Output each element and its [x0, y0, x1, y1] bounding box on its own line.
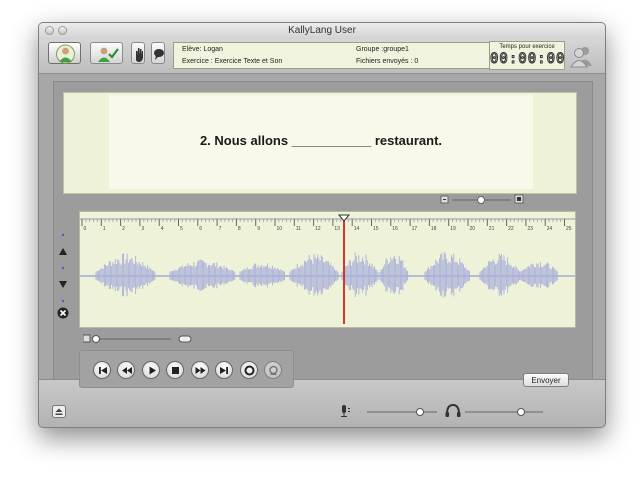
- timeline-tick-label: 4: [161, 226, 164, 232]
- user-button[interactable]: [48, 42, 81, 64]
- timeline-tick-label: 15: [373, 226, 379, 232]
- stop-button[interactable]: [166, 361, 184, 379]
- waveform-zoom-knob: [92, 335, 100, 343]
- users-icon[interactable]: [569, 42, 595, 68]
- skip-back-icon: [99, 367, 107, 374]
- up-arrow-icon: [59, 248, 67, 255]
- timeline-tick-label: 10: [277, 226, 283, 232]
- timer-label: Temps pour exercice: [499, 44, 555, 50]
- microphone-icon: [341, 405, 350, 417]
- skip-forward-icon: [220, 367, 228, 374]
- rewind-icon: [122, 367, 132, 374]
- transport-controls: [79, 350, 294, 388]
- playhead[interactable]: [343, 216, 346, 324]
- timeline-tick-label: 11: [296, 226, 301, 232]
- user-icon: [56, 44, 75, 64]
- record-icon: [244, 365, 255, 376]
- skip-back-button[interactable]: [93, 361, 111, 379]
- timeline-tick-label: 3: [141, 226, 144, 232]
- window-title: KallyLang User: [288, 25, 356, 36]
- zoom-range-icon: [178, 335, 192, 343]
- exercise-timer: Temps pour exercice 00:00:00: [489, 41, 565, 70]
- speech-bubble-icon: [154, 49, 164, 60]
- zoom-fit-icon: [83, 334, 91, 343]
- timeline-tick-label: 12: [315, 226, 321, 232]
- timeline-tick-label: 20: [470, 226, 476, 232]
- waveform-side-controls: [57, 233, 69, 319]
- student-value: Logan: [203, 46, 223, 53]
- timeline-tick-label: 25: [566, 226, 572, 232]
- audio-volume-controls: [341, 403, 543, 417]
- rewind-button[interactable]: [117, 361, 135, 379]
- student-label: Elève:: [182, 46, 202, 53]
- fast-forward-icon: [195, 367, 206, 374]
- group-value: groupe1: [383, 46, 409, 53]
- hand-icon: [136, 48, 143, 62]
- waveform-canvas: 0 1 2 3 4 5 6 7 8 9 10 11 12 13 14 15 16 17 18 19 20 21 22 23 24…: [80, 218, 575, 298]
- message-button[interactable]: [151, 42, 165, 64]
- playhead-handle[interactable]: [338, 214, 351, 222]
- timeline-tick-label: 9: [257, 226, 260, 232]
- session-info: Elève: Logan Exercice : Exercice Texte e…: [173, 42, 505, 69]
- waveform-zoom-slider[interactable]: [83, 333, 193, 345]
- group-label: Groupe :: [356, 46, 384, 53]
- timeline-tick-label: 24: [547, 226, 553, 232]
- play-icon: [149, 366, 156, 375]
- waveform-editor[interactable]: 0 1 2 3 4 5 6 7 8 9 10 11 12 13 14 15 16 17 18 19 20 21 22 23 24…: [79, 211, 576, 328]
- title-bar: KallyLang User: [39, 23, 605, 40]
- timeline-tick-label: 21: [489, 226, 495, 232]
- timeline-tick-label: 18: [431, 226, 437, 232]
- microphone-volume-knob: [416, 408, 424, 416]
- eject-button[interactable]: [52, 405, 66, 418]
- timeline-tick-label: 17: [412, 226, 418, 232]
- send-button[interactable]: Envoyer: [523, 373, 569, 387]
- files-sent-value: 0: [414, 58, 419, 65]
- files-sent-label: Fichiers envoyés :: [356, 58, 413, 65]
- user-check-button[interactable]: [90, 42, 123, 64]
- timeline-tick-label: 2: [122, 226, 125, 232]
- app-window: KallyLang User Elève: Logan Exercice: E…: [38, 22, 606, 428]
- play-button[interactable]: [142, 361, 160, 379]
- timeline-tick-label: 22: [508, 226, 514, 232]
- question-text: 2. Nous allons ___________ restaurant.: [199, 133, 443, 148]
- timeline-tick-label: 16: [392, 226, 398, 232]
- user-check-icon: [98, 47, 119, 62]
- skip-forward-button[interactable]: [215, 361, 233, 379]
- timeline-tick-label: 6: [199, 226, 202, 232]
- timeline-tick-label: 0: [84, 226, 87, 232]
- timer-value: 00:00:00: [490, 51, 566, 68]
- record-disabled-button[interactable]: [264, 361, 282, 379]
- timeline-tick-label: 14: [354, 226, 360, 232]
- record-disabled-icon: [269, 365, 278, 375]
- timeline-tick-label: 23: [527, 226, 533, 232]
- timeline-tick-label: 19: [450, 226, 456, 232]
- text-zoom-knob: [477, 196, 485, 204]
- exercise-label: Exercice :: [182, 58, 213, 65]
- timeline-tick-label: 1: [103, 226, 106, 232]
- timeline-tick-label: 5: [180, 226, 183, 232]
- headphones-icon: [445, 403, 461, 417]
- stop-icon: [172, 367, 179, 374]
- timeline-tick-label: 8: [238, 226, 241, 232]
- text-zoom-slider[interactable]: [440, 194, 524, 206]
- fast-forward-button[interactable]: [191, 361, 209, 379]
- toolbar: Elève: Logan Exercice : Exercice Texte e…: [39, 39, 605, 74]
- record-button[interactable]: [240, 361, 258, 379]
- down-arrow-icon: [59, 281, 67, 288]
- timeline-tick-label: 7: [219, 226, 222, 232]
- question-area: 2. Nous allons ___________ restaurant.: [63, 92, 577, 194]
- timeline-tick-label: 13: [334, 226, 340, 232]
- raise-hand-button[interactable]: [131, 42, 145, 64]
- speaker-volume-knob: [517, 408, 525, 416]
- exercise-value: Exercice Texte et Son: [214, 58, 283, 65]
